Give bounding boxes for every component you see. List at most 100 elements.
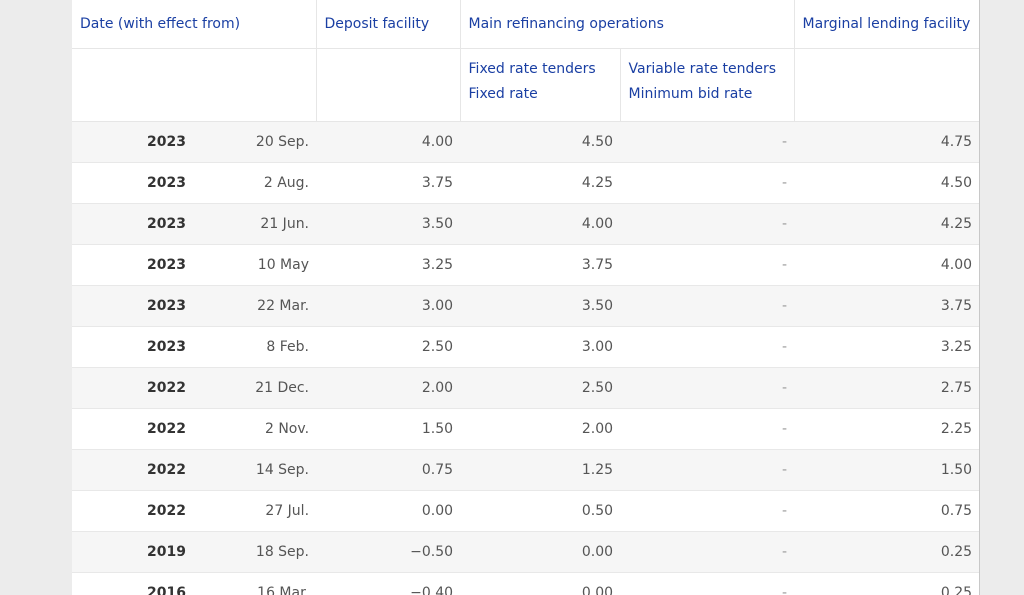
year-cell: 2023 [72,203,194,245]
fixed-rate-label: Fixed rate [468,86,538,102]
year-cell: 2019 [72,531,194,573]
fixed-rate-tenders-label: Fixed rate tenders [468,61,596,77]
year-cell: 2022 [72,449,194,491]
minimum-bid-rate-cell: - [620,449,795,491]
table-row: 2023 2 Aug. 3.75 4.25-4.50 [72,162,979,204]
minimum-bid-rate-cell: - [620,326,795,368]
minimum-bid-rate-cell: - [620,572,795,595]
date-cell: 16 Mar. [194,572,317,595]
deposit-rate-cell: 3.25 [316,244,461,286]
deposit-rate-cell: 2.50 [316,326,461,368]
table-row: 2019 18 Sep. −0.50 0.00-0.25 [72,531,979,573]
table-row: 2022 2 Nov. 1.50 2.00-2.25 [72,408,979,450]
date-cell: 27 Jul. [194,490,317,532]
deposit-rate-cell: 1.50 [316,408,461,450]
year-cell: 2023 [72,244,194,286]
date-cell: 21 Jun. [194,203,317,245]
marginal-lending-rate-cell: 3.75 [794,285,979,327]
year-cell: 2022 [72,367,194,409]
minimum-bid-rate-cell: - [620,490,795,532]
marginal-lending-rate-cell: 4.75 [794,121,979,163]
header-main-refinancing: Main refinancing operations [460,0,795,49]
rates-table-panel: Date (with effect from) Deposit facility… [72,0,980,595]
table-row: 2023 22 Mar. 3.00 3.50-3.75 [72,285,979,327]
minimum-bid-rate-cell: - [620,285,795,327]
table-row: 2023 20 Sep. 4.00 4.50-4.75 [72,121,979,163]
minimum-bid-rate-cell: - [620,531,795,573]
fixed-rate-cell: 2.00 [460,408,621,450]
fixed-rate-cell: 0.50 [460,490,621,532]
fixed-rate-cell: 3.50 [460,285,621,327]
table-row: 2022 21 Dec. 2.00 2.50-2.75 [72,367,979,409]
table-row: 2023 10 May 3.25 3.75-4.00 [72,244,979,286]
marginal-lending-rate-cell: 0.75 [794,490,979,532]
year-cell: 2023 [72,121,194,163]
fixed-rate-cell: 1.25 [460,449,621,491]
deposit-rate-cell: −0.40 [316,572,461,595]
variable-rate-tenders-label: Variable rate tenders [628,61,777,77]
fixed-rate-cell: 0.00 [460,531,621,573]
date-cell: 8 Feb. [194,326,317,368]
deposit-rate-cell: 4.00 [316,121,461,163]
header-deposit-sub [316,48,461,122]
marginal-lending-rate-cell: 4.25 [794,203,979,245]
header-row-sub: Fixed rate tenders Fixed rate Variable r… [72,48,979,122]
date-cell: 21 Dec. [194,367,317,409]
header-date-sub [72,48,317,122]
year-cell: 2023 [72,162,194,204]
date-cell: 18 Sep. [194,531,317,573]
fixed-rate-cell: 3.75 [460,244,621,286]
deposit-rate-cell: 0.00 [316,490,461,532]
deposit-rate-cell: 3.75 [316,162,461,204]
fixed-rate-cell: 4.25 [460,162,621,204]
fixed-rate-cell: 2.50 [460,367,621,409]
date-cell: 2 Nov. [194,408,317,450]
fixed-rate-cell: 0.00 [460,572,621,595]
marginal-lending-rate-cell: 4.00 [794,244,979,286]
table-row: 2016 16 Mar. −0.40 0.00-0.25 [72,572,979,595]
minimum-bid-rate-cell: - [620,367,795,409]
header-variable-rate-tenders: Variable rate tenders Minimum bid rate [620,48,795,122]
minimum-bid-rate-cell: - [620,244,795,286]
minimum-bid-rate-cell: - [620,408,795,450]
header-marginal-lending: Marginal lending facility [794,0,979,49]
year-cell: 2022 [72,490,194,532]
date-cell: 20 Sep. [194,121,317,163]
marginal-lending-rate-cell: 1.50 [794,449,979,491]
minimum-bid-rate-cell: - [620,203,795,245]
header-row-top: Date (with effect from) Deposit facility… [72,0,979,49]
year-cell: 2022 [72,408,194,450]
marginal-lending-rate-cell: 0.25 [794,531,979,573]
deposit-rate-cell: −0.50 [316,531,461,573]
date-cell: 22 Mar. [194,285,317,327]
table-row: 2023 8 Feb. 2.50 3.00-3.25 [72,326,979,368]
deposit-rate-cell: 0.75 [316,449,461,491]
date-cell: 10 May [194,244,317,286]
deposit-rate-cell: 2.00 [316,367,461,409]
date-cell: 2 Aug. [194,162,317,204]
marginal-lending-rate-cell: 4.50 [794,162,979,204]
deposit-rate-cell: 3.00 [316,285,461,327]
minimum-bid-rate-label: Minimum bid rate [628,86,753,102]
table-row: 2023 21 Jun. 3.50 4.00-4.25 [72,203,979,245]
marginal-lending-rate-cell: 3.25 [794,326,979,368]
marginal-lending-rate-cell: 2.25 [794,408,979,450]
year-cell: 2023 [72,326,194,368]
fixed-rate-cell: 4.00 [460,203,621,245]
header-fixed-rate-tenders: Fixed rate tenders Fixed rate [460,48,621,122]
table-row: 2022 27 Jul. 0.00 0.50-0.75 [72,490,979,532]
table-row: 2022 14 Sep. 0.75 1.25-1.50 [72,449,979,491]
deposit-rate-cell: 3.50 [316,203,461,245]
header-marginal-sub [794,48,979,122]
year-cell: 2016 [72,572,194,595]
marginal-lending-rate-cell: 0.25 [794,572,979,595]
header-date: Date (with effect from) [72,0,317,49]
minimum-bid-rate-cell: - [620,162,795,204]
date-cell: 14 Sep. [194,449,317,491]
fixed-rate-cell: 3.00 [460,326,621,368]
header-deposit-facility: Deposit facility [316,0,461,49]
year-cell: 2023 [72,285,194,327]
fixed-rate-cell: 4.50 [460,121,621,163]
key-interest-rates-table: Date (with effect from) Deposit facility… [72,0,979,595]
marginal-lending-rate-cell: 2.75 [794,367,979,409]
